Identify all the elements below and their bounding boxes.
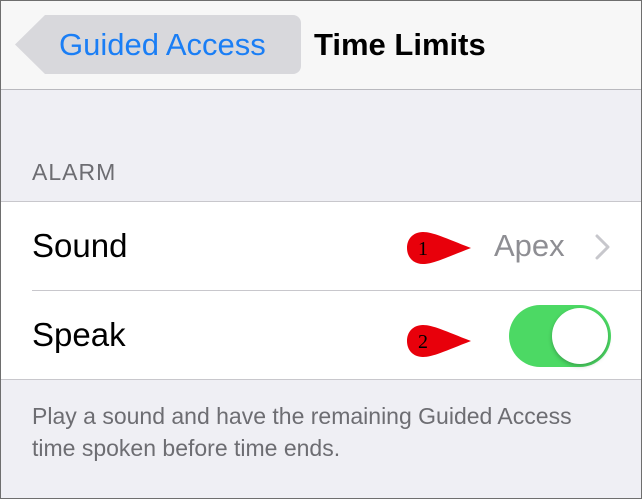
sound-value: Apex [494,228,565,263]
alarm-settings-group: Sound 1 Apex Speak 2 [1,201,641,380]
back-button-label[interactable]: Guided Access [59,25,266,65]
callout-marker-icon: 1 [407,232,471,264]
toggle-knob[interactable] [552,308,608,364]
sound-label: Sound [32,227,128,264]
speak-label: Speak [32,316,126,353]
navigation-bar: Guided Access Time Limits [1,1,641,90]
section-header-alarm: ALARM [32,159,117,185]
speak-toggle[interactable] [509,305,611,367]
chevron-right-icon [595,234,610,260]
callout-marker-icon: 2 [407,325,471,357]
section-footer-description: Play a sound and have the remaining Guid… [32,403,572,461]
page-title: Time Limits [314,27,486,62]
marker-number-2: 2 [418,331,428,353]
sound-row[interactable]: Sound 1 Apex [1,202,641,291]
marker-number-1: 1 [418,238,428,260]
speak-row: Speak [1,291,641,380]
